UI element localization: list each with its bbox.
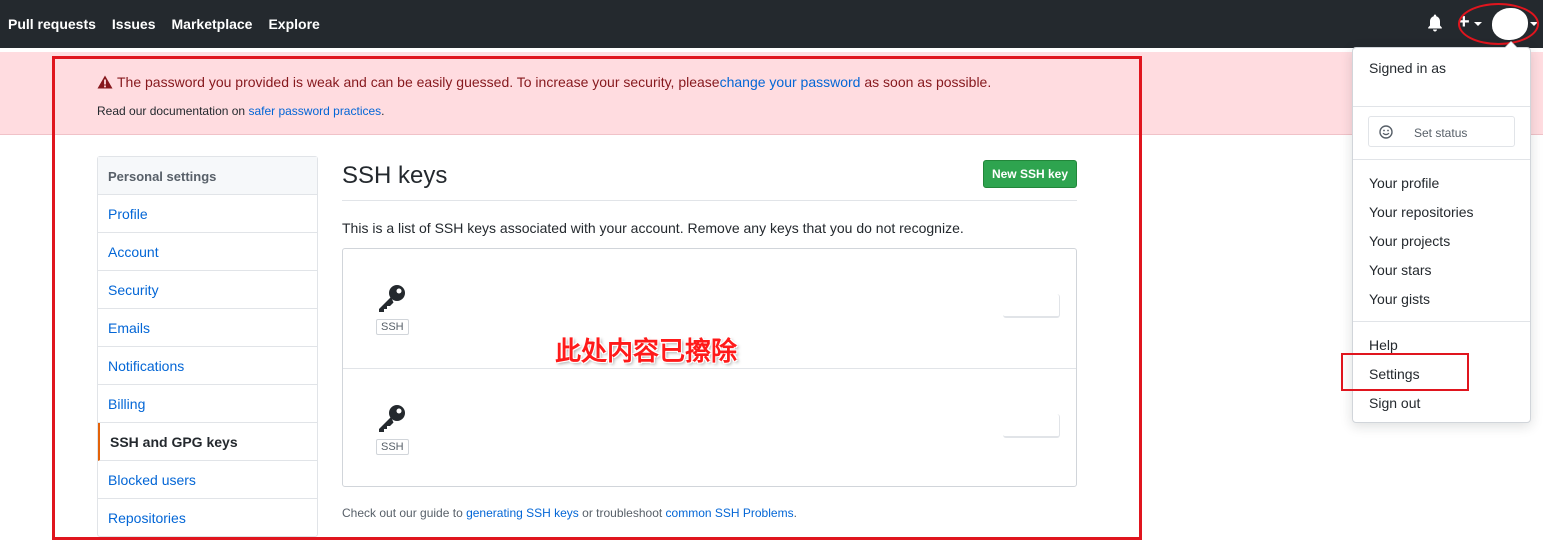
flash-docs-suffix: . [381, 104, 385, 118]
sidebar-heading: Personal settings [98, 157, 317, 195]
new-ssh-key-button[interactable]: New SSH key [983, 160, 1077, 188]
flash-text-prefix: The password you provided is weak and ca… [117, 74, 720, 90]
generating-ssh-keys-link[interactable]: generating SSH keys [466, 506, 579, 520]
flash-warning: The password you provided is weak and ca… [0, 52, 1543, 135]
ssh-description: This is a list of SSH keys associated wi… [342, 220, 964, 236]
flash-message: The password you provided is weak and ca… [97, 74, 991, 90]
menu-item-your-projects[interactable]: Your projects [1369, 233, 1450, 249]
sidebar-item-ssh-gpg-keys[interactable]: SSH and GPG keys [98, 423, 317, 461]
annotation-ellipse [1458, 3, 1539, 45]
flash-docs-prefix: Read our documentation on [97, 104, 249, 118]
common-ssh-problems-link[interactable]: common SSH Problems [666, 506, 794, 520]
flash-docs-line: Read our documentation on safer password… [97, 104, 385, 118]
menu-item-your-stars[interactable]: Your stars [1369, 262, 1432, 278]
ssh-badge: SSH [376, 319, 409, 335]
sidebar-item-account[interactable]: Account [98, 233, 317, 271]
sidebar-item-notifications[interactable]: Notifications [98, 347, 317, 385]
menu-item-your-repositories[interactable]: Your repositories [1369, 204, 1474, 220]
sidebar-item-billing[interactable]: Billing [98, 385, 317, 423]
menu-item-sign-out[interactable]: Sign out [1369, 395, 1420, 411]
dropdown-divider [1353, 159, 1530, 160]
signed-in-label: Signed in as [1369, 60, 1447, 76]
ssh-badge: SSH [376, 439, 409, 455]
settings-sidebar: Personal settings Profile Account Securi… [97, 156, 318, 537]
annotation-settings-box [1341, 353, 1469, 391]
menu-item-help[interactable]: Help [1369, 337, 1398, 353]
sidebar-item-blocked-users[interactable]: Blocked users [98, 461, 317, 499]
footer-suffix: . [793, 506, 797, 520]
alert-icon [97, 75, 113, 89]
title-divider [342, 200, 1077, 201]
delete-key-button[interactable] [1003, 414, 1060, 438]
flash-text-suffix: as soon as possible. [860, 74, 992, 90]
sidebar-item-repositories[interactable]: Repositories [98, 499, 317, 537]
dropdown-caret-inner [1505, 42, 1517, 48]
change-password-link[interactable]: change your password [720, 74, 861, 90]
header-bar: Pull requests Issues Marketplace Explore… [0, 0, 1543, 48]
header-nav: Pull requests Issues Marketplace Explore [0, 16, 328, 32]
set-status-button[interactable]: Set status [1368, 116, 1515, 147]
nav-marketplace[interactable]: Marketplace [172, 16, 253, 32]
menu-item-your-gists[interactable]: Your gists [1369, 291, 1430, 307]
set-status-label: Set status [1414, 126, 1468, 140]
list-item: SSH [343, 368, 1076, 487]
nav-explore[interactable]: Explore [268, 16, 319, 32]
menu-item-your-profile[interactable]: Your profile [1369, 175, 1439, 191]
delete-key-button[interactable] [1003, 294, 1060, 318]
footer-mid: or troubleshoot [578, 506, 666, 520]
nav-pull-requests[interactable]: Pull requests [8, 16, 96, 32]
safer-password-link[interactable]: safer password practices [248, 104, 381, 118]
dropdown-divider [1353, 321, 1530, 322]
ssh-guide-footer: Check out our guide to generating SSH ke… [342, 506, 797, 520]
page-title: SSH keys [342, 162, 448, 189]
dropdown-divider [1353, 106, 1530, 107]
sidebar-item-emails[interactable]: Emails [98, 309, 317, 347]
sidebar-item-security[interactable]: Security [98, 271, 317, 309]
key-icon [379, 285, 405, 312]
bell-icon[interactable] [1427, 14, 1443, 32]
sidebar-item-profile[interactable]: Profile [98, 195, 317, 233]
nav-issues[interactable]: Issues [112, 16, 156, 32]
footer-prefix: Check out our guide to [342, 506, 467, 520]
key-icon [379, 405, 405, 432]
smiley-icon [1379, 125, 1393, 139]
erased-content-note: 此处内容已擦除 [555, 337, 738, 367]
